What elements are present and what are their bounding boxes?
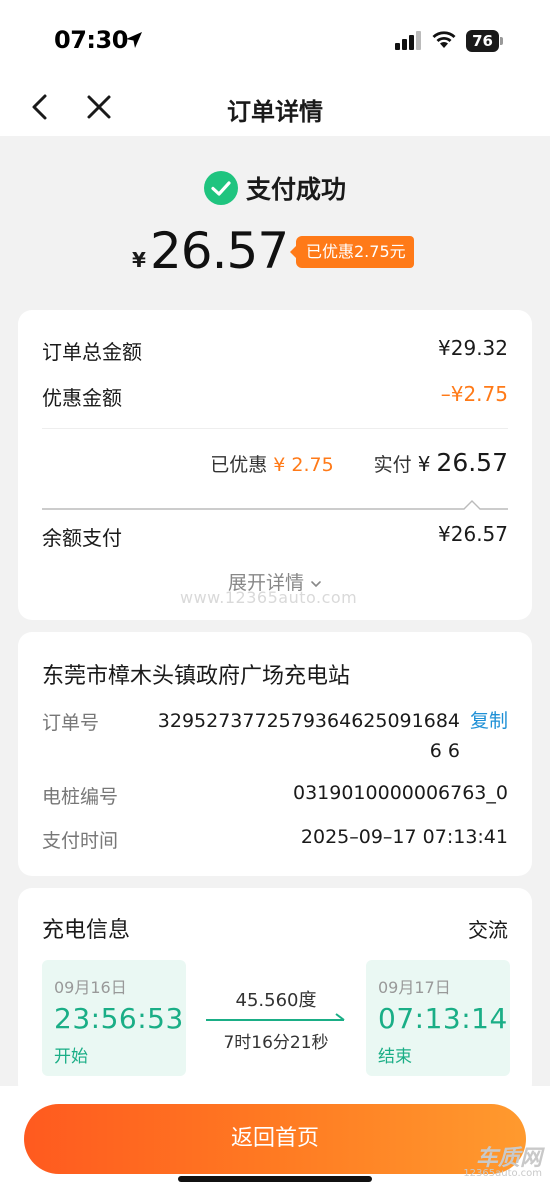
- wifi-icon: [432, 31, 456, 48]
- start-date: 09月16日: [54, 978, 127, 997]
- battery-tip: [500, 37, 503, 45]
- watermark-text: www.12365auto.com: [180, 588, 358, 607]
- start-time: 23:56:53: [54, 1002, 184, 1035]
- end-time-box: 09月17日 07:13:14 结束: [366, 960, 510, 1076]
- location-arrow-icon: [126, 32, 142, 48]
- total-row: 订单总金额 ¥29.32: [42, 336, 508, 364]
- discount-value: –¥2.75: [440, 382, 508, 406]
- bottom-bar: 返回首页 车质网 12365auto.com: [0, 1086, 550, 1192]
- pile-label: 电桩编号: [42, 786, 119, 808]
- start-time-box: 09月16日 23:56:53 开始: [42, 960, 186, 1076]
- payment-status: 支付成功: [0, 170, 550, 210]
- duration-value: 7时16分21秒: [223, 1033, 329, 1053]
- charging-title: 充电信息: [42, 918, 131, 943]
- discount-tag: 已优惠2.75元: [290, 236, 414, 268]
- status-bar: 07:30 76: [0, 0, 550, 80]
- paid-discount-value: ¥ 2.75: [273, 454, 334, 476]
- paid-summary: 已优惠 ¥ 2.75 实付 ¥ 26.57: [210, 448, 508, 482]
- payment-status-text: 支付成功: [245, 175, 346, 204]
- watermark-logo-url: 12365auto.com: [463, 1168, 542, 1179]
- energy-value: 45.560度: [235, 990, 317, 1011]
- start-label: 开始: [54, 1047, 88, 1067]
- order-no-value: 32952737725793646250916846 6: [157, 710, 460, 762]
- actual-currency: ¥: [417, 452, 431, 476]
- battery-indicator: 76: [466, 30, 503, 52]
- station-card: 东莞市樟木头镇政府广场充电站 订单号 329527377257936462509…: [18, 632, 532, 876]
- pay-time-label: 支付时间: [42, 830, 119, 852]
- paid-amount: ¥ 26.57 已优惠2.75元: [0, 222, 550, 282]
- actual-label: 实付: [373, 454, 412, 476]
- paid-discount-label: 已优惠: [210, 454, 268, 476]
- notched-divider: [42, 500, 508, 510]
- status-time: 07:30: [54, 26, 128, 54]
- watermark-logo: 车质网 12365auto.com: [462, 1140, 542, 1184]
- page-title: 订单详情: [227, 98, 323, 126]
- amount-summary-card: 订单总金额 ¥29.32 优惠金额 –¥2.75 已优惠 ¥ 2.75 实付 ¥…: [18, 310, 532, 620]
- total-label: 订单总金额: [42, 340, 142, 364]
- chevron-down-icon: [311, 580, 321, 587]
- copy-button[interactable]: 复制: [470, 706, 508, 736]
- charging-type: 交流: [468, 918, 508, 942]
- end-date: 09月17日: [378, 978, 451, 997]
- battery-level: 76: [472, 32, 493, 50]
- actual-value: 26.57: [436, 448, 508, 477]
- pay-time-value: 2025–09–17 07:13:41: [300, 826, 508, 848]
- end-label: 结束: [378, 1047, 412, 1067]
- amount-currency: ¥: [132, 248, 146, 272]
- return-home-button[interactable]: 返回首页: [24, 1104, 526, 1174]
- station-name: 东莞市樟木头镇政府广场充电站: [42, 664, 351, 689]
- balance-label: 余额支付: [42, 526, 122, 550]
- balance-value: ¥26.57: [438, 522, 508, 546]
- nav-bar: 订单详情: [0, 80, 550, 136]
- amount-value: 26.57: [150, 222, 289, 280]
- arrow-right-icon: [206, 1013, 345, 1021]
- signal-icon: [395, 31, 421, 50]
- success-check-icon: [203, 171, 238, 205]
- total-value: ¥29.32: [438, 336, 508, 360]
- end-time: 07:13:14: [378, 1002, 508, 1035]
- pile-value: 0319010000006763_0: [292, 782, 508, 804]
- discount-label: 优惠金额: [42, 386, 122, 410]
- order-no-label: 订单号: [42, 712, 100, 734]
- divider: [42, 428, 508, 429]
- balance-row: 余额支付 ¥26.57: [42, 522, 508, 550]
- discount-row: 优惠金额 –¥2.75: [42, 382, 508, 410]
- home-indicator: [178, 1176, 372, 1182]
- charging-info-card: 充电信息 交流 09月16日 23:56:53 开始 45.560度 7时16分…: [18, 888, 532, 1098]
